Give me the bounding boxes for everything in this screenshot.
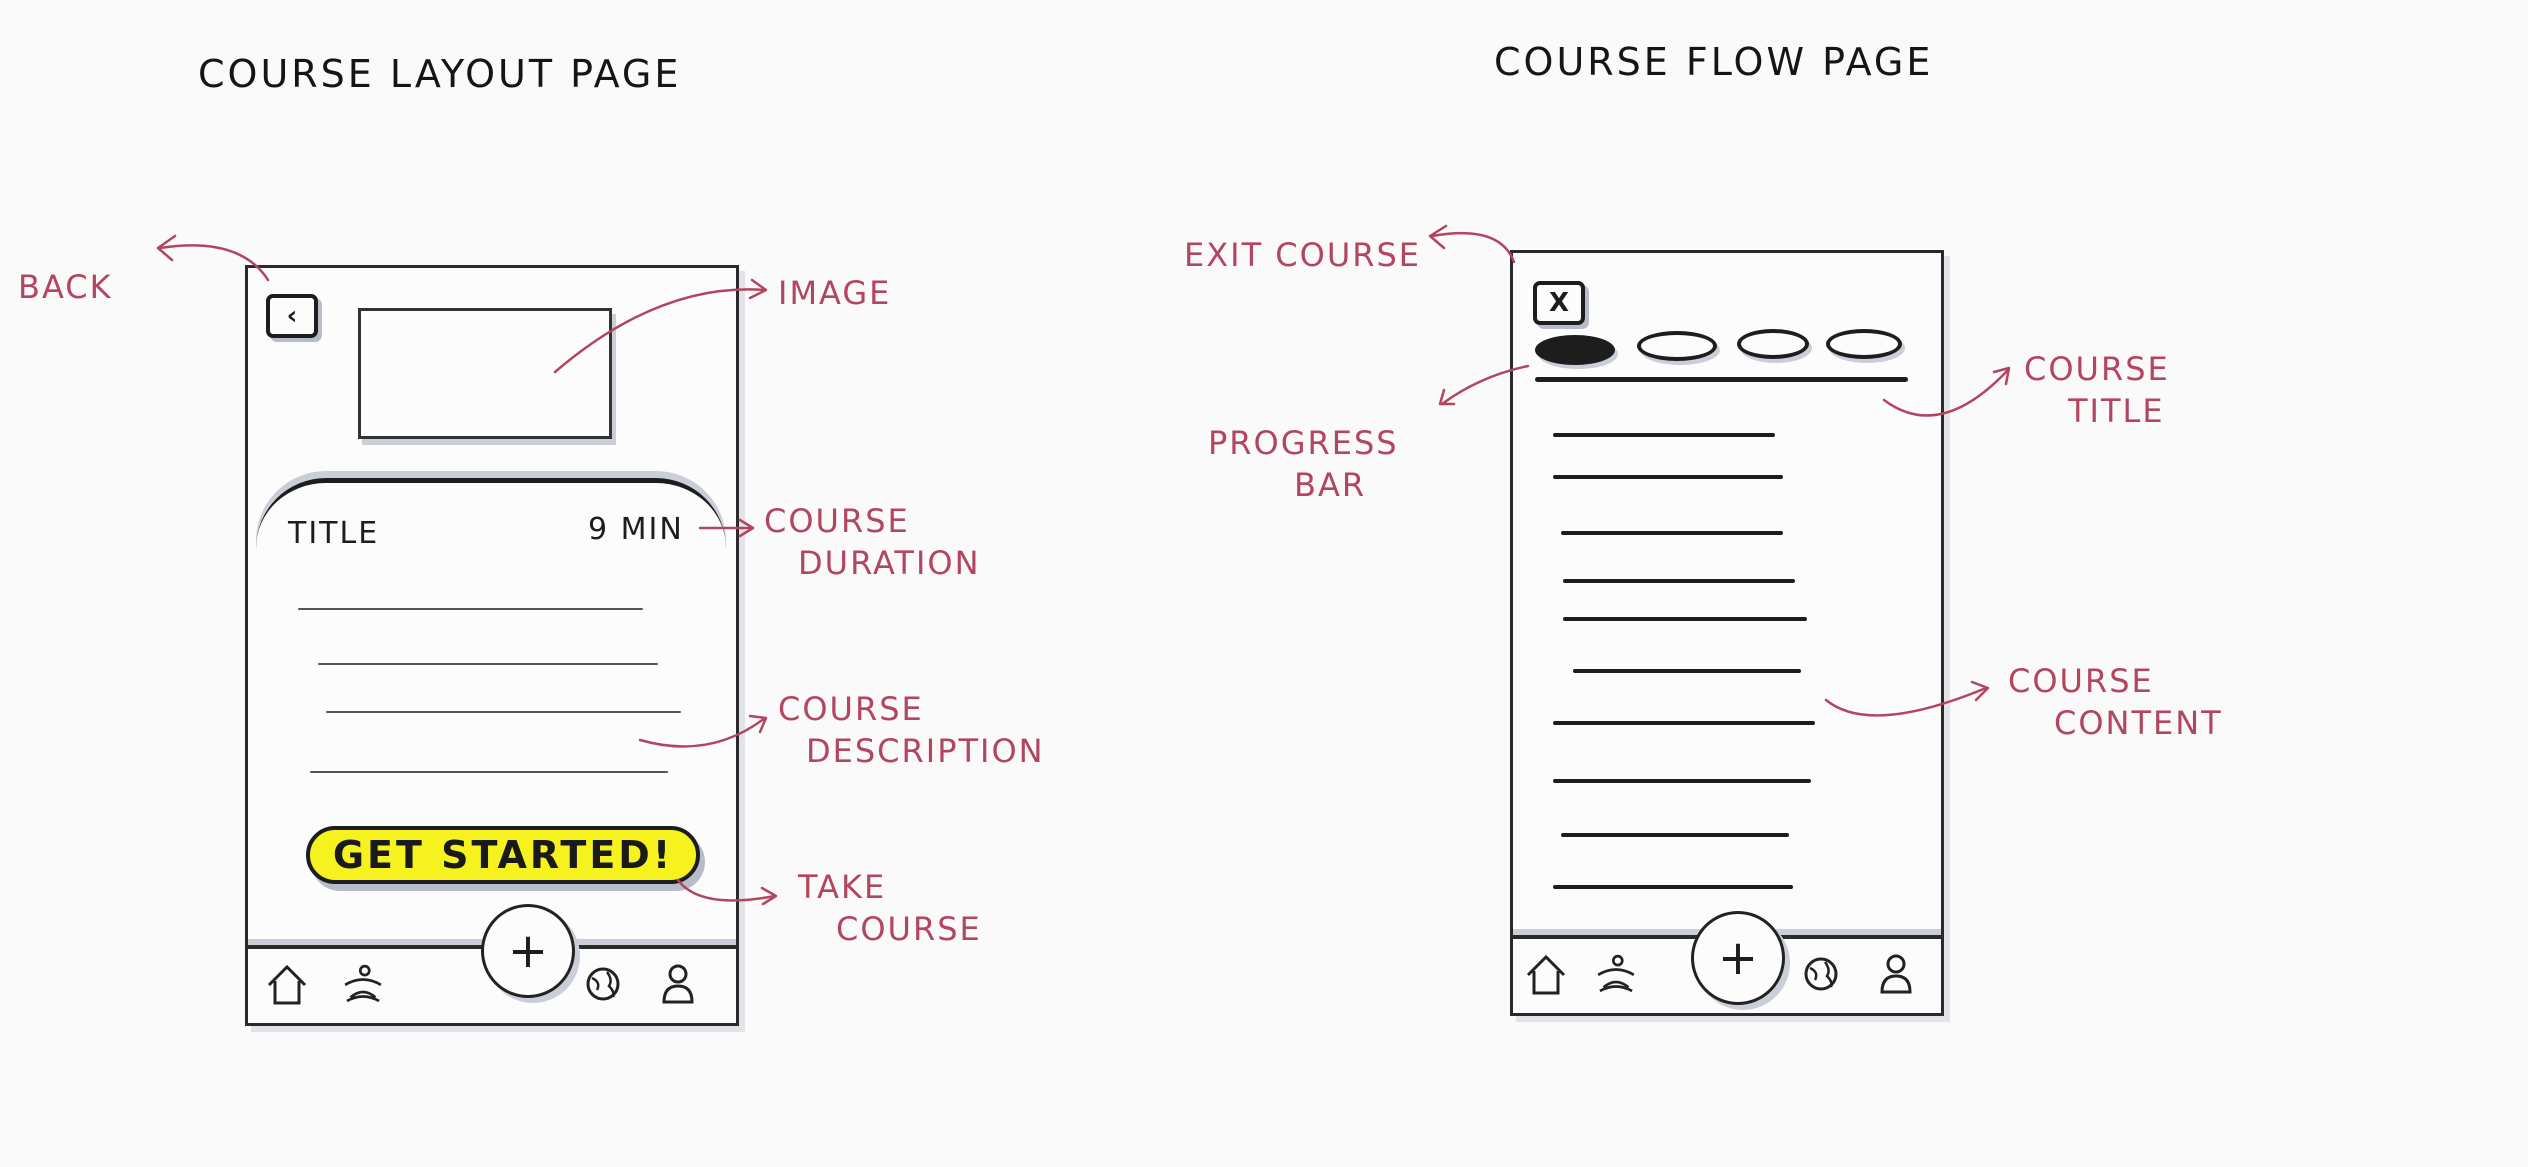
arrow-course-duration bbox=[698, 518, 755, 538]
arrow-course-content bbox=[1824, 680, 1990, 717]
arrow-image bbox=[553, 278, 768, 374]
arrow-take-course bbox=[676, 878, 778, 906]
annotation-arrows bbox=[156, 224, 2011, 906]
arrow-course-description bbox=[638, 714, 768, 748]
arrow-exit-course bbox=[1428, 224, 1516, 264]
arrow-back bbox=[156, 234, 270, 282]
arrow-course-title bbox=[1882, 366, 2011, 417]
arrow-progress-bar bbox=[1438, 364, 1530, 406]
